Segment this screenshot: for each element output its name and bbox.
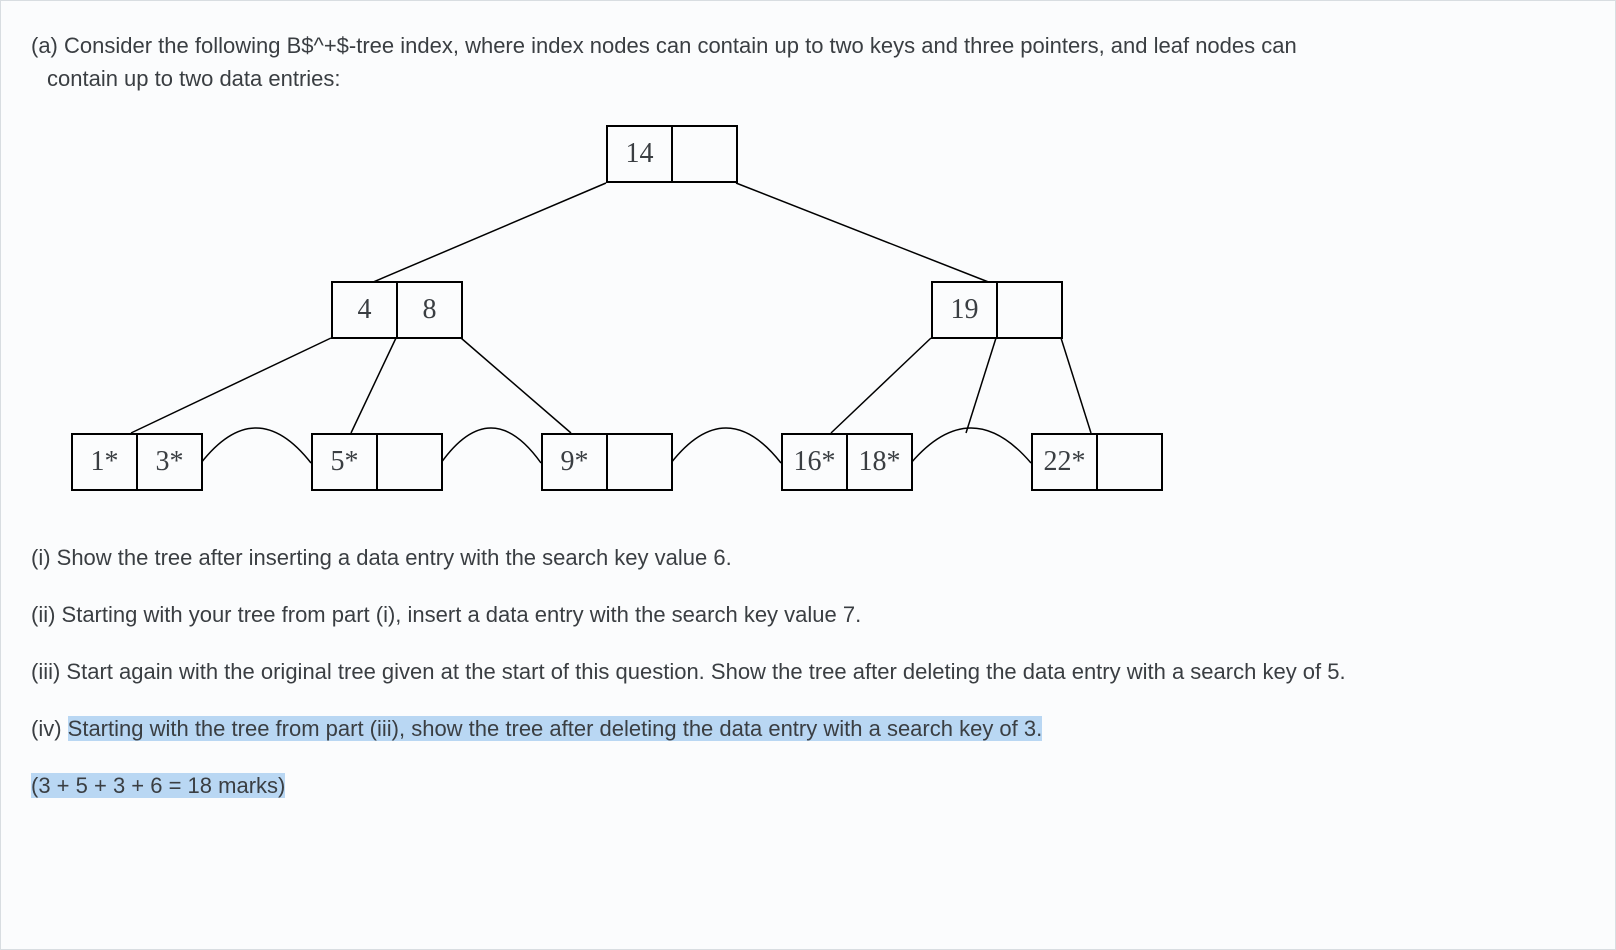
tree-inner-node: 4 8 xyxy=(331,281,463,339)
subpart-iv-prefix: (iv) xyxy=(31,716,68,741)
part-label: (a) xyxy=(31,33,58,58)
tree-inner-node: 19 xyxy=(931,281,1063,339)
tree-leaf-node: 1* 3* xyxy=(71,433,203,491)
node-cell: 19 xyxy=(931,281,998,339)
tree-leaf-node: 16* 18* xyxy=(781,433,913,491)
bplus-tree-diagram: 14 4 8 19 1* 3* 5* 9* 16* 18* xyxy=(61,113,1161,513)
node-cell: 16* xyxy=(781,433,848,491)
node-cell: 4 xyxy=(331,281,398,339)
tree-leaf-node: 22* xyxy=(1031,433,1163,491)
tree-root-node: 14 xyxy=(606,125,738,183)
node-cell xyxy=(606,433,673,491)
subpart-ii: (ii) Starting with your tree from part (… xyxy=(31,598,1585,631)
tree-leaf-node: 5* xyxy=(311,433,443,491)
tree-leaf-node: 9* xyxy=(541,433,673,491)
intro-text-1: Consider the following B$^+$-tree index,… xyxy=(64,33,1297,58)
node-cell: 22* xyxy=(1031,433,1098,491)
marks-line: (3 + 5 + 3 + 6 = 18 marks) xyxy=(31,769,1585,802)
node-cell: 8 xyxy=(396,281,463,339)
intro-text-2: contain up to two data entries: xyxy=(31,62,1585,95)
node-cell: 3* xyxy=(136,433,203,491)
node-cell xyxy=(1096,433,1163,491)
node-cell xyxy=(671,125,738,183)
subpart-iii: (iii) Start again with the original tree… xyxy=(31,655,1585,688)
node-cell xyxy=(996,281,1063,339)
marks-highlighted: (3 + 5 + 3 + 6 = 18 marks) xyxy=(31,773,285,798)
question-intro: (a) Consider the following B$^+$-tree in… xyxy=(31,29,1585,62)
node-cell: 1* xyxy=(71,433,138,491)
node-cell xyxy=(376,433,443,491)
question-page: (a) Consider the following B$^+$-tree in… xyxy=(0,0,1616,950)
subparts-list: (i) Show the tree after inserting a data… xyxy=(31,541,1585,802)
node-cell: 5* xyxy=(311,433,378,491)
subpart-iv-highlighted: Starting with the tree from part (iii), … xyxy=(68,716,1043,741)
node-cell: 18* xyxy=(846,433,913,491)
node-cell: 9* xyxy=(541,433,608,491)
node-cell: 14 xyxy=(606,125,673,183)
subpart-i: (i) Show the tree after inserting a data… xyxy=(31,541,1585,574)
subpart-iv: (iv) Starting with the tree from part (i… xyxy=(31,712,1585,745)
